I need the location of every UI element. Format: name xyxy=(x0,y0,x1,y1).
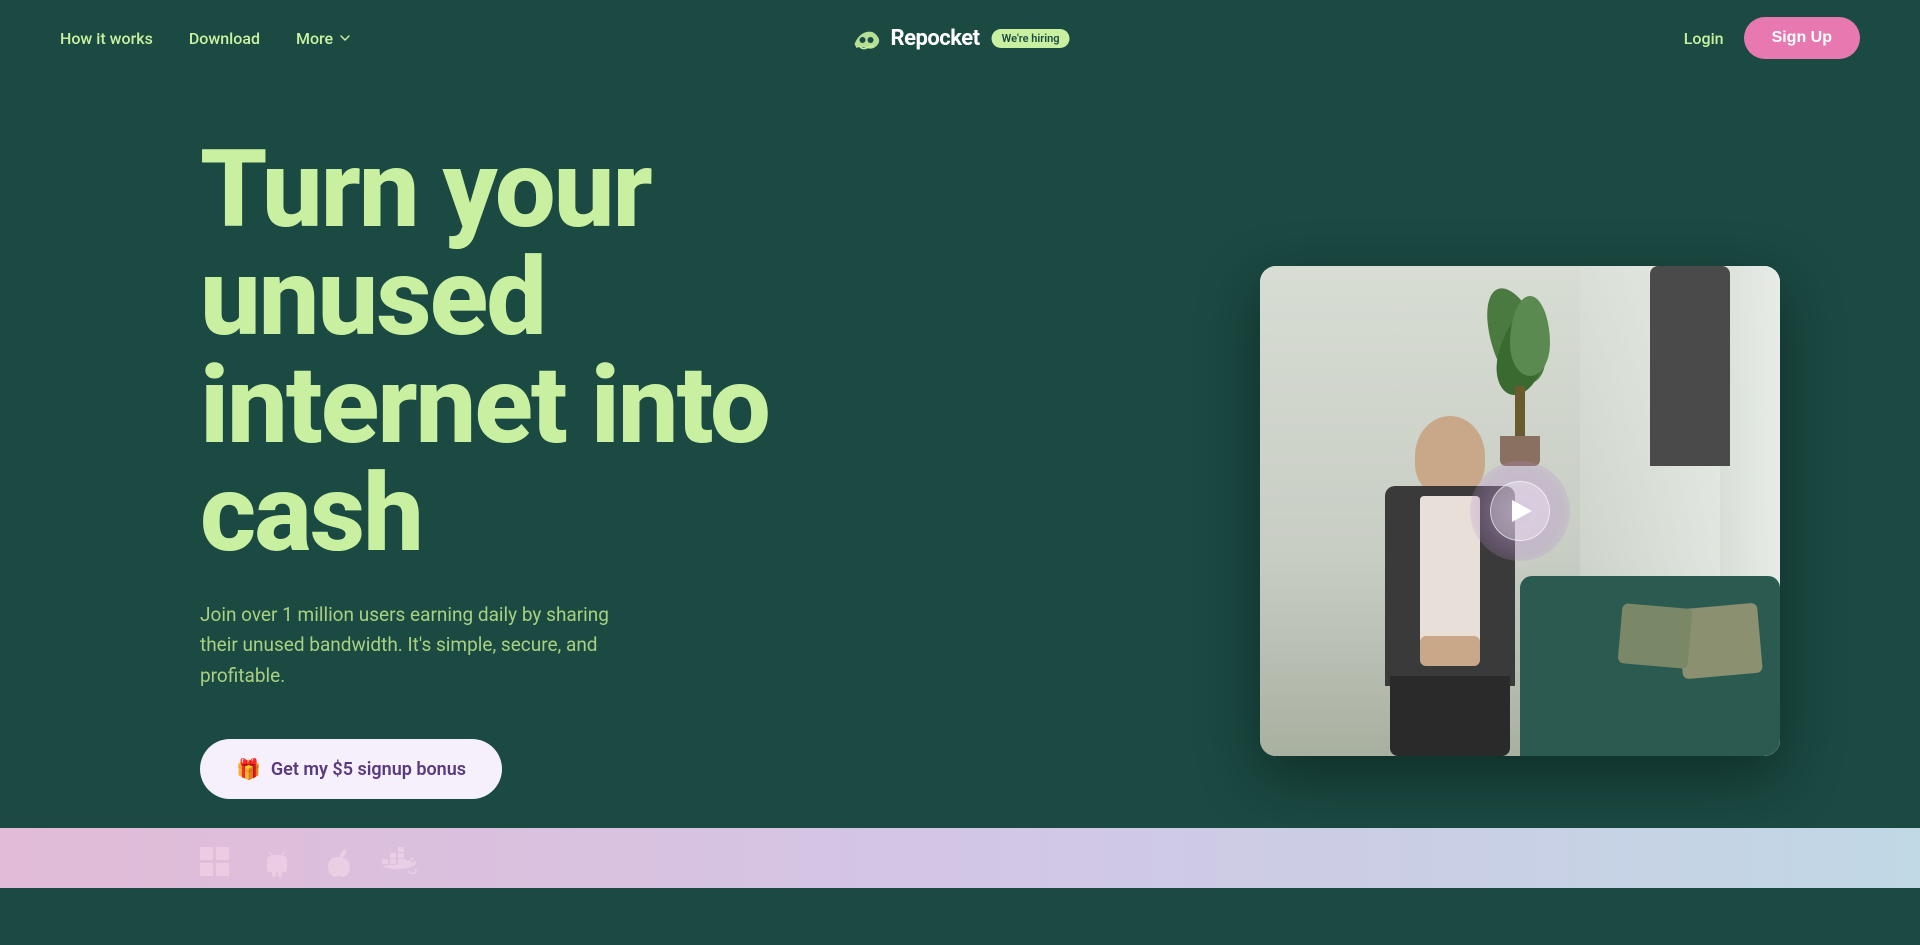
hero-headline: Turn your unused internet into cash xyxy=(200,136,940,568)
signup-button[interactable]: Sign Up xyxy=(1744,17,1860,59)
bg-person-body xyxy=(1650,266,1730,466)
chevron-down-icon xyxy=(339,32,351,44)
pillow2 xyxy=(1618,603,1693,669)
nav-right: Login Sign Up xyxy=(1684,17,1860,59)
logo-text: Repocket xyxy=(891,26,980,51)
hiring-badge: We're hiring xyxy=(992,29,1070,48)
nav-how-it-works[interactable]: How it works xyxy=(60,29,153,48)
background-person xyxy=(1650,266,1740,486)
person-hands xyxy=(1420,636,1480,666)
hero-content: Turn your unused internet into cash Join… xyxy=(200,136,940,885)
nav-left: How it works Download More xyxy=(60,29,351,48)
person-head xyxy=(1415,416,1485,496)
play-button[interactable] xyxy=(1490,481,1550,541)
nav-download[interactable]: Download xyxy=(189,29,260,48)
hero-video xyxy=(1260,266,1780,756)
hero-section: Turn your unused internet into cash Join… xyxy=(0,76,1920,945)
video-thumbnail xyxy=(1260,266,1780,756)
play-overlay xyxy=(1470,461,1570,561)
nav-more[interactable]: More xyxy=(296,29,351,48)
login-link[interactable]: Login xyxy=(1684,29,1724,48)
navbar: How it works Download More Repocket We'r… xyxy=(0,0,1920,76)
gift-icon: 🎁 xyxy=(236,757,261,781)
repocket-logo-icon xyxy=(851,24,883,52)
cta-button[interactable]: 🎁 Get my $5 signup bonus xyxy=(200,739,502,799)
logo[interactable]: Repocket We're hiring xyxy=(851,24,1070,52)
nav-more-label: More xyxy=(296,29,333,48)
plant-leaf xyxy=(1510,296,1550,376)
video-container xyxy=(1260,266,1780,756)
cta-label: Get my $5 signup bonus xyxy=(271,759,466,780)
bottom-gradient-bar xyxy=(0,828,1920,888)
headline-line4: cash xyxy=(200,451,422,577)
person-legs xyxy=(1390,676,1510,756)
hero-subtext: Join over 1 million users earning daily … xyxy=(200,600,620,691)
play-icon xyxy=(1512,500,1532,522)
